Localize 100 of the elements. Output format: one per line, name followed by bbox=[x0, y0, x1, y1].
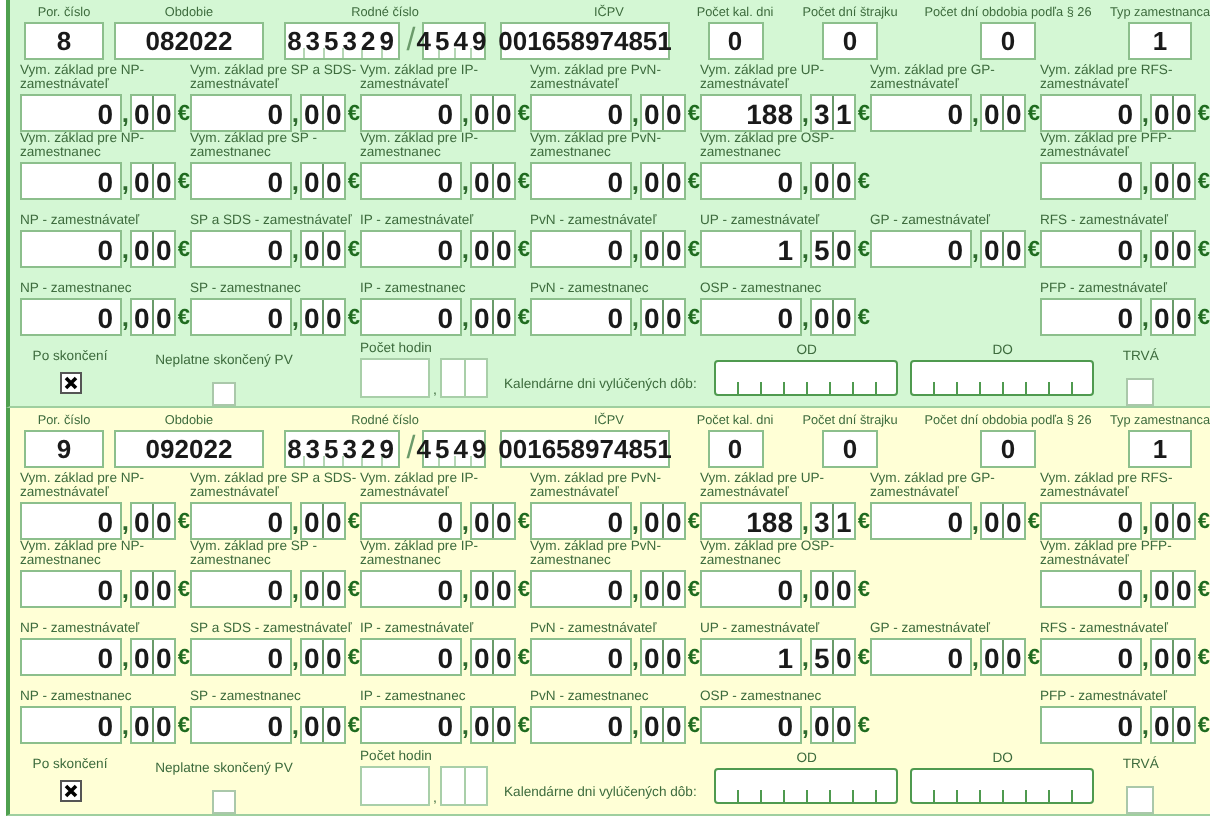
value-field[interactable]: 1 bbox=[1128, 22, 1192, 60]
value-field[interactable]: 1 bbox=[1128, 430, 1192, 468]
cents-field[interactable]: 0 0 bbox=[129, 570, 176, 608]
amount-field[interactable]: 0 bbox=[190, 706, 291, 744]
cents-field[interactable]: 0 0 bbox=[1149, 570, 1196, 608]
checkbox[interactable] bbox=[1126, 786, 1155, 814]
value-field[interactable]: 0 bbox=[707, 430, 763, 468]
value-field[interactable]: 082022 bbox=[114, 22, 264, 60]
amount-field[interactable]: 0 bbox=[360, 706, 461, 744]
checkbox[interactable] bbox=[59, 780, 81, 802]
cents-field[interactable]: 0 0 bbox=[809, 570, 856, 608]
value-field[interactable]: 0 bbox=[980, 430, 1036, 468]
hours-decimal-field[interactable] bbox=[440, 358, 488, 398]
amount-field[interactable]: 0 bbox=[20, 230, 121, 268]
cents-field[interactable]: 0 0 bbox=[469, 706, 516, 744]
amount-field[interactable]: 0 bbox=[700, 570, 801, 608]
cents-field[interactable]: 0 0 bbox=[299, 94, 346, 132]
value-field[interactable]: 9 bbox=[24, 430, 104, 468]
amount-field[interactable]: 0 bbox=[530, 706, 631, 744]
amount-field[interactable]: 0 bbox=[360, 570, 461, 608]
amount-field[interactable]: 0 bbox=[360, 502, 461, 540]
cents-field[interactable]: 0 0 bbox=[639, 162, 686, 200]
cents-field[interactable]: 0 0 bbox=[299, 638, 346, 676]
cents-field[interactable]: 0 0 bbox=[809, 298, 856, 336]
amount-field[interactable]: 0 bbox=[870, 502, 971, 540]
cents-field[interactable]: 0 0 bbox=[299, 162, 346, 200]
amount-field[interactable]: 0 bbox=[870, 638, 971, 676]
amount-field[interactable]: 0 bbox=[700, 162, 801, 200]
amount-field[interactable]: 0 bbox=[1040, 230, 1141, 268]
cents-field[interactable]: 0 0 bbox=[639, 94, 686, 132]
amount-field[interactable]: 0 bbox=[190, 94, 291, 132]
cents-field[interactable]: 0 0 bbox=[129, 230, 176, 268]
cents-field[interactable]: 0 0 bbox=[469, 230, 516, 268]
cents-field[interactable]: 0 0 bbox=[299, 502, 346, 540]
amount-field[interactable]: 0 bbox=[870, 94, 971, 132]
amount-field[interactable]: 0 bbox=[190, 570, 291, 608]
cents-field[interactable]: 0 0 bbox=[1149, 162, 1196, 200]
cents-field[interactable]: 0 0 bbox=[1149, 230, 1196, 268]
amount-field[interactable]: 0 bbox=[530, 230, 631, 268]
amount-field[interactable]: 0 bbox=[360, 230, 461, 268]
amount-field[interactable]: 0 bbox=[530, 162, 631, 200]
cents-field[interactable]: 0 0 bbox=[639, 570, 686, 608]
cents-field[interactable]: 0 0 bbox=[809, 162, 856, 200]
cents-field[interactable]: 0 0 bbox=[299, 570, 346, 608]
checkbox[interactable] bbox=[212, 790, 236, 814]
amount-field[interactable]: 0 bbox=[870, 230, 971, 268]
hours-decimal-field[interactable] bbox=[440, 766, 488, 806]
checkbox[interactable] bbox=[212, 382, 236, 406]
birth-number-field[interactable]: 4549 bbox=[421, 22, 486, 60]
cents-field[interactable]: 5 0 bbox=[809, 638, 856, 676]
cents-field[interactable]: 0 0 bbox=[129, 502, 176, 540]
amount-field[interactable]: 0 bbox=[20, 502, 121, 540]
checkbox[interactable] bbox=[59, 372, 81, 394]
birth-number-field[interactable]: 4549 bbox=[421, 430, 486, 468]
amount-field[interactable]: 0 bbox=[1040, 162, 1141, 200]
cents-field[interactable]: 0 0 bbox=[129, 298, 176, 336]
cents-field[interactable]: 3 1 bbox=[809, 94, 856, 132]
cents-field[interactable]: 0 0 bbox=[639, 638, 686, 676]
amount-field[interactable]: 0 bbox=[530, 638, 631, 676]
amount-field[interactable]: 188 bbox=[700, 94, 801, 132]
amount-field[interactable]: 0 bbox=[190, 230, 291, 268]
birth-number-field[interactable]: 835329 bbox=[284, 22, 401, 60]
amount-field[interactable]: 0 bbox=[1040, 570, 1141, 608]
amount-field[interactable]: 0 bbox=[20, 162, 121, 200]
cents-field[interactable]: 0 0 bbox=[979, 94, 1026, 132]
value-field[interactable]: 092022 bbox=[114, 430, 264, 468]
value-field[interactable]: 8 bbox=[24, 22, 104, 60]
cents-field[interactable]: 0 0 bbox=[1149, 638, 1196, 676]
cents-field[interactable]: 0 0 bbox=[979, 638, 1026, 676]
value-field[interactable]: 0 bbox=[707, 22, 763, 60]
birth-number-field[interactable]: 835329 bbox=[284, 430, 401, 468]
amount-field[interactable]: 0 bbox=[360, 162, 461, 200]
cents-field[interactable]: 0 0 bbox=[1149, 94, 1196, 132]
amount-field[interactable]: 0 bbox=[530, 502, 631, 540]
date-field[interactable] bbox=[910, 360, 1095, 396]
cents-field[interactable]: 0 0 bbox=[469, 298, 516, 336]
amount-field[interactable]: 0 bbox=[20, 570, 121, 608]
value-field[interactable]: 0 bbox=[822, 430, 878, 468]
amount-field[interactable]: 0 bbox=[1040, 94, 1141, 132]
cents-field[interactable]: 0 0 bbox=[1149, 298, 1196, 336]
cents-field[interactable]: 0 0 bbox=[469, 162, 516, 200]
cents-field[interactable]: 0 0 bbox=[299, 298, 346, 336]
value-field[interactable]: 0 bbox=[980, 22, 1036, 60]
cents-field[interactable]: 0 0 bbox=[469, 638, 516, 676]
hours-field[interactable] bbox=[360, 766, 430, 806]
amount-field[interactable]: 1 bbox=[700, 230, 801, 268]
cents-field[interactable]: 0 0 bbox=[639, 502, 686, 540]
cents-field[interactable]: 0 0 bbox=[979, 502, 1026, 540]
cents-field[interactable]: 0 0 bbox=[639, 706, 686, 744]
cents-field[interactable]: 3 1 bbox=[809, 502, 856, 540]
value-field[interactable]: 001658974851 bbox=[500, 430, 670, 468]
cents-field[interactable]: 0 0 bbox=[639, 298, 686, 336]
amount-field[interactable]: 0 bbox=[530, 570, 631, 608]
amount-field[interactable]: 0 bbox=[20, 706, 121, 744]
cents-field[interactable]: 0 0 bbox=[129, 162, 176, 200]
cents-field[interactable]: 0 0 bbox=[299, 706, 346, 744]
date-field[interactable] bbox=[910, 768, 1095, 804]
hours-field[interactable] bbox=[360, 358, 430, 398]
amount-field[interactable]: 0 bbox=[700, 298, 801, 336]
cents-field[interactable]: 0 0 bbox=[1149, 502, 1196, 540]
